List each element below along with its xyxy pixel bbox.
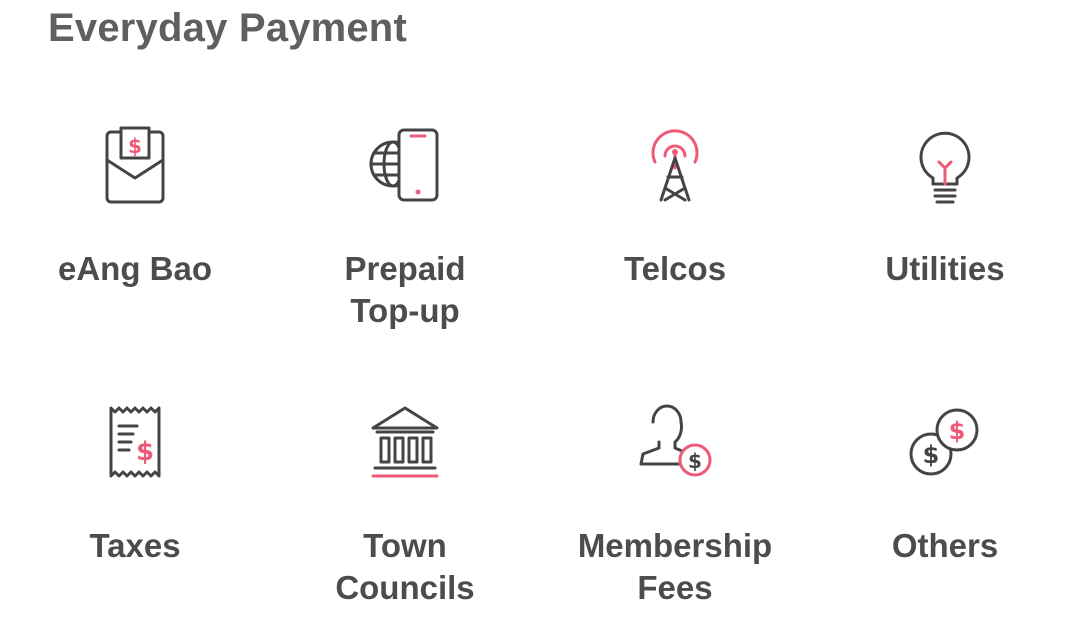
svg-text:$: $ bbox=[688, 449, 702, 473]
category-label: Membership Fees bbox=[577, 527, 773, 606]
coins-icon: $ $ bbox=[909, 408, 979, 476]
svg-text:$: $ bbox=[923, 441, 940, 469]
category-tile-town-councils[interactable]: Town Councils bbox=[270, 0, 540, 625]
category-tile-others[interactable]: $ $ Others bbox=[810, 0, 1080, 625]
svg-text:$: $ bbox=[136, 437, 154, 467]
receipt-icon: $ bbox=[109, 406, 161, 478]
category-label: Taxes bbox=[89, 527, 181, 564]
category-tile-taxes[interactable]: $ Taxes bbox=[0, 0, 270, 625]
payment-category-grid: $ eAng Bao Prepaid Top-up Telcos Utiliti… bbox=[0, 0, 1080, 625]
category-label: Town Councils bbox=[335, 527, 475, 606]
svg-text:$: $ bbox=[949, 417, 966, 445]
government-building-icon bbox=[371, 406, 439, 478]
member-dollar-icon: $ bbox=[639, 404, 712, 477]
category-tile-membership-fees[interactable]: $ Membership Fees bbox=[540, 0, 810, 625]
category-label: Others bbox=[891, 527, 999, 564]
